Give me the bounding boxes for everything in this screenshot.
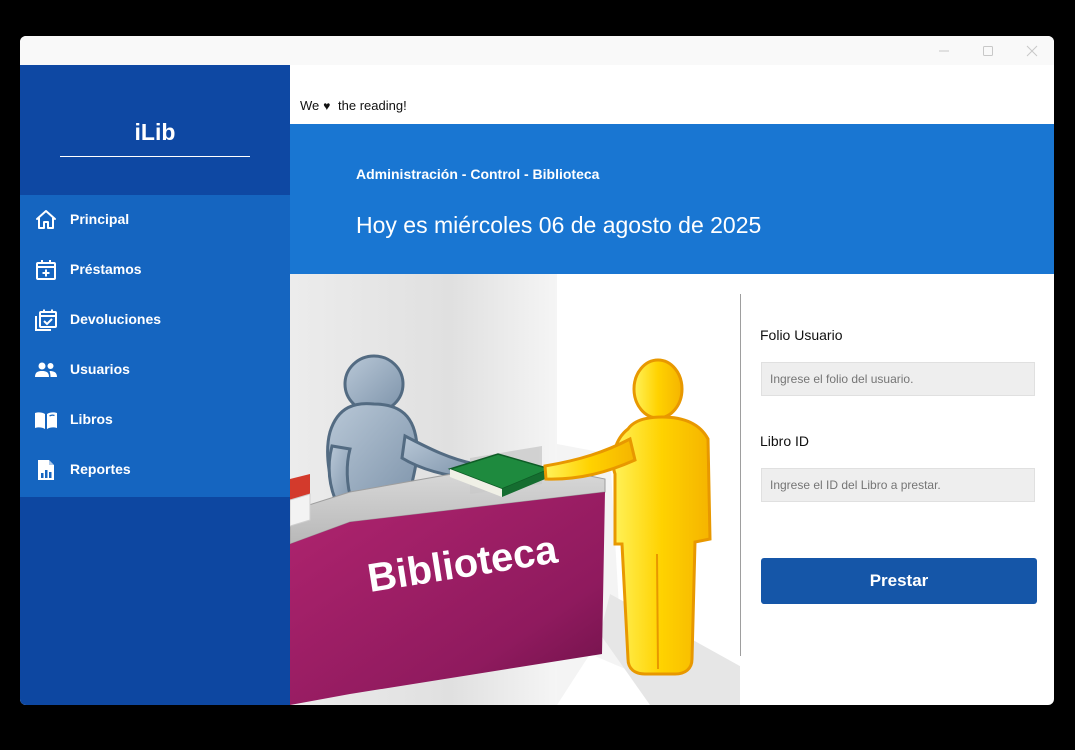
current-date: Hoy es miércoles 06 de agosto de 2025 (356, 212, 762, 238)
brand-underline (60, 156, 250, 157)
minimize-button[interactable] (922, 36, 966, 65)
tagline-text-end: the reading! (338, 98, 407, 113)
heart-icon: ♥ (323, 99, 331, 113)
sidebar-item-label: Devoluciones (70, 311, 162, 327)
folio-usuario-input[interactable] (761, 362, 1035, 396)
banner-subtitle: Administración - Control - Biblioteca (356, 166, 600, 182)
app-logo-title: iLib (134, 119, 176, 145)
maximize-icon (983, 45, 993, 56)
sidebar-item-prestamos[interactable]: Préstamos (20, 245, 290, 295)
main-content: We ♥ the reading! Administración - Contro… (290, 65, 1054, 705)
users-icon (35, 362, 57, 377)
sidebar-item-label: Usuarios (70, 361, 130, 377)
sidebar-item-libros[interactable]: Libros (20, 395, 290, 445)
close-icon (1026, 45, 1038, 56)
app-window: iLib Principal Préstamos Devoluciones Us… (20, 36, 1054, 705)
sidebar-menu: Principal Préstamos Devoluciones Usuario… (20, 195, 290, 497)
vertical-divider (740, 294, 741, 656)
minimize-icon (939, 50, 949, 51)
sidebar-item-label: Libros (70, 411, 113, 427)
report-icon (38, 460, 54, 480)
home-icon (36, 210, 56, 229)
libro-id-input[interactable] (761, 468, 1035, 502)
close-button[interactable] (1010, 36, 1054, 65)
library-illustration: Biblioteca (290, 274, 740, 705)
tagline-text-start: We (300, 98, 320, 113)
sidebar-item-principal[interactable]: Principal (20, 195, 290, 245)
sidebar-item-usuarios[interactable]: Usuarios (20, 345, 290, 395)
sidebar-item-label: Reportes (70, 461, 131, 477)
book-open-icon (35, 412, 57, 429)
brand-header: iLib (20, 65, 290, 195)
calendar-add-icon (36, 260, 56, 280)
sidebar-item-reportes[interactable]: Reportes (20, 445, 290, 495)
maximize-button[interactable] (966, 36, 1010, 65)
folio-usuario-label: Folio Usuario (760, 327, 843, 343)
sidebar-item-label: Principal (70, 211, 130, 227)
prestar-button[interactable]: Prestar (761, 558, 1037, 604)
sidebar-item-label: Préstamos (70, 261, 142, 277)
sidebar-item-devoluciones[interactable]: Devoluciones (20, 295, 290, 345)
header-banner: Administración - Control - Biblioteca Ho… (290, 124, 1054, 274)
sidebar: iLib Principal Préstamos Devoluciones Us… (20, 65, 290, 705)
libro-id-label: Libro ID (760, 433, 810, 449)
tagline: We ♥ the reading! (300, 98, 407, 113)
calendar-check-icon (35, 309, 57, 331)
title-bar (20, 36, 1054, 65)
